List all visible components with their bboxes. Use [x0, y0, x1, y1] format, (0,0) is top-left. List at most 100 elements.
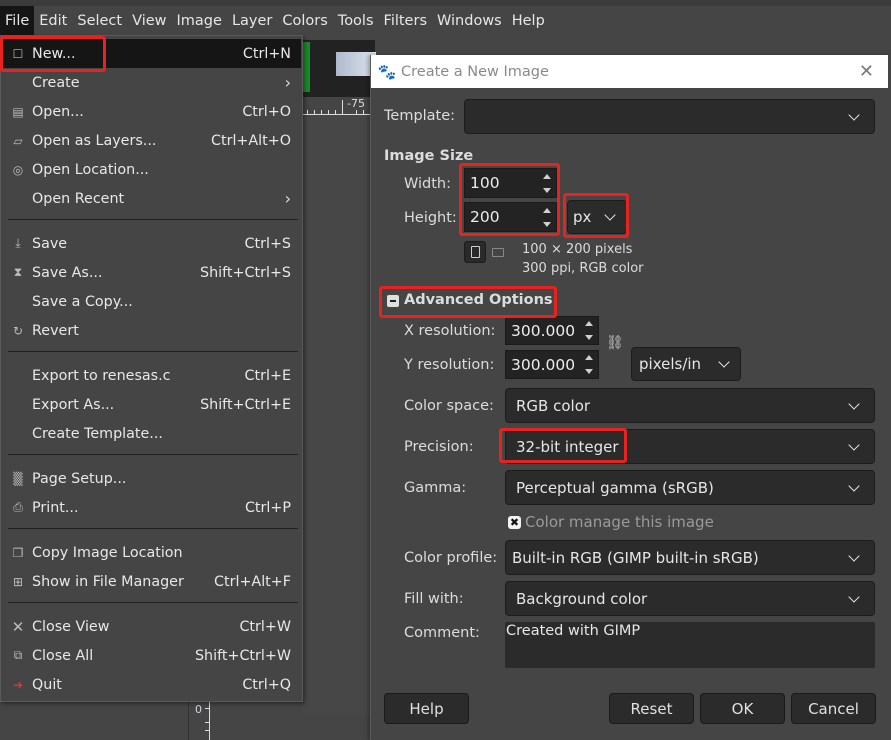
menu-item-open[interactable]: ▤ Open... Ctrl+O [2, 97, 301, 126]
menu-item-page-setup[interactable]: ▒ Page Setup... [2, 464, 301, 493]
increment-icon[interactable] [585, 321, 593, 326]
canvas-area[interactable] [303, 115, 375, 715]
menubar: File Edit Select View Image Layer Colors… [0, 5, 891, 36]
landscape-icon[interactable] [492, 248, 504, 257]
chevron-down-icon [848, 482, 860, 494]
menu-item-label: Open... [32, 103, 84, 120]
menu-colors[interactable]: Colors [277, 6, 332, 36]
template-select[interactable] [464, 99, 875, 134]
y-resolution-label: Y resolution: [404, 357, 495, 373]
menu-item-shortcut: Ctrl+P [244, 499, 291, 516]
decrement-icon[interactable] [585, 335, 593, 340]
precision-select[interactable]: 32-bit integer [505, 429, 875, 464]
menu-edit[interactable]: Edit [34, 6, 72, 36]
menu-item-open-recent[interactable]: Open Recent › [2, 184, 301, 213]
menu-separator [8, 219, 298, 220]
chevron-down-icon [604, 211, 616, 223]
menu-item-label: Close View [32, 618, 110, 635]
menu-item-open-location[interactable]: ◎ Open Location... [2, 155, 301, 184]
dialog-title: Create a New Image [401, 63, 549, 80]
color-space-label: Color space: [404, 398, 494, 414]
increment-icon[interactable] [543, 173, 551, 179]
cancel-button[interactable]: Cancel [791, 693, 876, 724]
copy-icon: ❐ [12, 545, 24, 560]
gamma-select[interactable]: Perceptual gamma (sRGB) [505, 470, 875, 505]
menu-item-label: Quit [32, 676, 62, 693]
color-manage-checkbox[interactable]: ✖ [508, 516, 521, 529]
menu-item-save-copy[interactable]: Save a Copy... [2, 287, 301, 316]
decrement-icon[interactable] [543, 187, 551, 193]
menu-item-create[interactable]: Create › [2, 68, 301, 97]
color-profile-label: Color profile: [404, 550, 498, 566]
gamma-label: Gamma: [404, 480, 467, 496]
menu-item-save-as[interactable]: ⧗ Save As... Shift+Ctrl+S [2, 258, 301, 287]
color-profile-select[interactable]: Built-in RGB (GIMP built-in sRGB) [505, 540, 875, 575]
fill-with-select[interactable]: Background color [505, 581, 875, 616]
menu-item-show-in-file-manager[interactable]: ⊞ Show in File Manager Ctrl+Alt+F [2, 567, 301, 596]
menu-item-open-as-layers[interactable]: ▱ Open as Layers... Ctrl+Alt+O [2, 126, 301, 155]
print-icon: ⎙ [13, 500, 23, 514]
menu-item-revert[interactable]: ↻ Revert [2, 316, 301, 345]
color-space-select[interactable]: RGB color [505, 388, 875, 423]
menu-item-label: Page Setup... [32, 470, 127, 487]
menu-tools[interactable]: Tools [333, 6, 379, 36]
collapse-icon[interactable] [387, 295, 399, 307]
menu-item-create-template[interactable]: Create Template... [2, 419, 301, 448]
menu-filters[interactable]: Filters [379, 6, 432, 36]
menu-item-quit[interactable]: ➜ Quit Ctrl+Q [2, 670, 301, 699]
menu-item-copy-location[interactable]: ❐ Copy Image Location [2, 538, 301, 567]
close-icon: ✕ [11, 617, 25, 636]
reset-button[interactable]: Reset [609, 693, 694, 724]
menu-view[interactable]: View [127, 6, 171, 36]
menu-windows[interactable]: Windows [432, 6, 507, 36]
menu-layer[interactable]: Layer [227, 6, 277, 36]
menu-item-label: Show in File Manager [32, 573, 184, 590]
ok-button[interactable]: OK [700, 693, 785, 724]
menu-file[interactable]: File [0, 5, 35, 36]
ruler-label: 0 [195, 703, 202, 716]
color-manage-label[interactable]: Color manage this image [525, 513, 714, 531]
portrait-button[interactable] [464, 241, 486, 263]
menu-item-shortcut: Shift+Ctrl+S [200, 264, 291, 281]
chevron-right-icon: › [284, 189, 291, 208]
increment-icon[interactable] [585, 355, 593, 360]
menu-item-label: Create [32, 74, 80, 91]
close-icon[interactable]: ✕ [859, 61, 874, 82]
menu-item-export-as[interactable]: Export As... Shift+Ctrl+E [2, 390, 301, 419]
menu-item-label: Save [32, 235, 68, 252]
menu-item-new[interactable]: ☐ New... Ctrl+N [2, 39, 301, 68]
width-spinner[interactable]: 100 [464, 168, 557, 198]
dialog-titlebar[interactable]: 🐾 Create a New Image ✕ [371, 55, 888, 88]
revert-icon: ↻ [12, 323, 24, 338]
increment-icon[interactable] [543, 207, 551, 213]
chain-link-icon[interactable]: ⛓ [606, 335, 624, 351]
menu-separator [8, 602, 298, 603]
comment-textarea[interactable]: Created with GIMP [505, 622, 875, 668]
unit-select[interactable]: px [567, 200, 627, 234]
menu-item-export-to[interactable]: Export to renesas.c Ctrl+E [2, 361, 301, 390]
resolution-unit-select[interactable]: pixels/in [631, 347, 741, 381]
menu-item-print[interactable]: ⎙ Print... Ctrl+P [2, 493, 301, 522]
layers-icon: ▱ [13, 133, 23, 148]
menu-item-close-view[interactable]: ✕ Close View Ctrl+W [2, 612, 301, 641]
chevron-down-icon [718, 358, 730, 370]
page-setup-icon: ▒ [13, 471, 23, 486]
x-resolution-spinner[interactable]: 300.000 [505, 316, 599, 345]
y-resolution-spinner[interactable]: 300.000 [505, 350, 599, 379]
height-spinner[interactable]: 200 [464, 202, 557, 232]
menu-item-save[interactable]: ⤓ Save Ctrl+S [2, 229, 301, 258]
menu-help[interactable]: Help [507, 6, 550, 36]
menu-separator [8, 528, 298, 529]
fill-with-label: Fill with: [404, 591, 464, 607]
menu-select[interactable]: Select [72, 6, 127, 36]
menu-item-label: Revert [32, 322, 79, 339]
menu-item-shortcut: Ctrl+O [242, 103, 291, 120]
horizontal-ruler: -75 [303, 97, 375, 115]
menu-item-close-all[interactable]: ⧉ Close All Shift+Ctrl+W [2, 641, 301, 670]
menu-image[interactable]: Image [172, 6, 227, 36]
decrement-icon[interactable] [585, 369, 593, 374]
decrement-icon[interactable] [543, 221, 551, 227]
file-manager-icon: ⊞ [12, 574, 24, 589]
help-button[interactable]: Help [384, 693, 469, 724]
advanced-options-heading[interactable]: Advanced Options [404, 292, 553, 308]
